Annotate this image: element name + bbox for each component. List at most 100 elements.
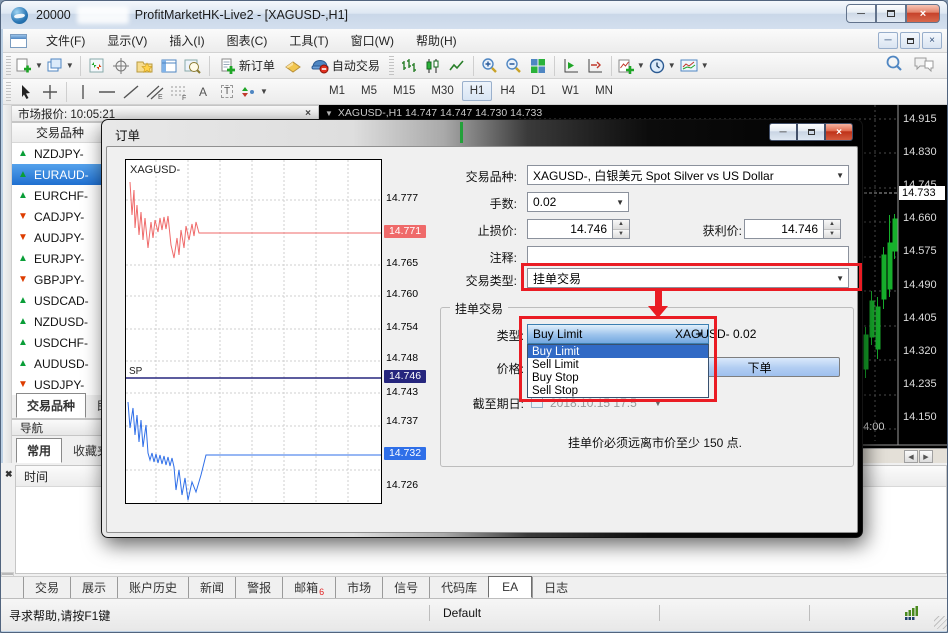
terminal-toggle-button[interactable] xyxy=(157,55,181,77)
tile-windows-icon xyxy=(530,58,546,74)
connection-status-icon xyxy=(905,606,921,620)
trendline-tool-button[interactable] xyxy=(119,81,143,103)
profile-name[interactable]: Default xyxy=(443,606,481,620)
terminal-tab[interactable]: 邮箱6 xyxy=(282,577,335,599)
timeframe-button[interactable]: M30 xyxy=(423,81,461,101)
price-direction-icon xyxy=(18,169,34,180)
terminal-tab[interactable]: 账户历史 xyxy=(117,577,188,598)
chart-dropdown-icon[interactable]: ▼ xyxy=(325,109,333,118)
terminal-close-icon[interactable]: ✖ xyxy=(5,469,13,480)
terminal-tab[interactable]: 警报 xyxy=(235,577,282,598)
crosshair-tool-button[interactable] xyxy=(38,81,62,103)
new-order-button[interactable]: 新订单 xyxy=(214,55,281,77)
menu-item[interactable]: 显示(V) xyxy=(96,29,158,52)
chart-shift-button[interactable] xyxy=(583,55,607,77)
terminal-tab[interactable]: 日志 xyxy=(532,577,579,598)
price-axis-label: 14.830 xyxy=(903,146,947,158)
stop-loss-input[interactable]: 14.746 xyxy=(527,219,613,239)
dialog-minimize-button[interactable]: ─ xyxy=(769,123,797,141)
volume-combobox[interactable]: 0.02▼ xyxy=(527,192,629,212)
menu-item[interactable]: 图表(C) xyxy=(216,29,279,52)
text-label-tool-button[interactable]: T xyxy=(215,81,239,103)
chart-minimize-button[interactable]: ─ xyxy=(878,32,898,49)
text-tool-button[interactable]: A xyxy=(191,81,215,103)
resize-grip[interactable] xyxy=(934,616,947,629)
symbol-combobox[interactable]: XAGUSD-, 白银美元 Spot Silver vs US Dollar▼ xyxy=(527,165,849,185)
crosshair-window-button[interactable] xyxy=(109,55,133,77)
timeframe-button[interactable]: H1 xyxy=(462,81,493,101)
search-icon[interactable] xyxy=(885,55,903,72)
periods-button[interactable]: ▼ xyxy=(647,55,678,77)
symbol-name: NZDUSD- xyxy=(34,315,88,329)
indicators-button[interactable]: ▼ xyxy=(616,55,647,77)
chart-close-button[interactable]: × xyxy=(922,32,942,49)
equidistant-channel-tool-button[interactable]: E xyxy=(143,81,167,103)
vertical-line-tool-button[interactable] xyxy=(71,81,95,103)
cursor-tool-button[interactable] xyxy=(14,81,38,103)
timeframe-button[interactable]: MN xyxy=(587,81,621,101)
timeframe-button[interactable]: W1 xyxy=(554,81,587,101)
market-watch-toggle-button[interactable] xyxy=(85,55,109,77)
bar-chart-type-button[interactable] xyxy=(397,55,421,77)
terminal-tab[interactable]: 展示 xyxy=(70,577,117,598)
horizontal-line-tool-button[interactable] xyxy=(95,81,119,103)
zoom-in-button[interactable] xyxy=(478,55,502,77)
market-watch-tab[interactable]: 交易品种 xyxy=(16,393,86,418)
folder-star-icon xyxy=(136,58,153,74)
take-profit-spinner[interactable]: ▲▼ xyxy=(824,219,841,239)
terminal-tab[interactable]: 信号 xyxy=(382,577,429,598)
profiles-button[interactable]: ▼ xyxy=(45,55,76,77)
chart-restore-button[interactable] xyxy=(900,32,920,49)
new-chart-button[interactable]: ▼ xyxy=(14,55,45,77)
chart-window-icon xyxy=(10,34,27,48)
toolbar-grip[interactable] xyxy=(6,82,11,102)
minimize-button[interactable]: ─ xyxy=(846,4,876,23)
fibonacci-tool-button[interactable]: F xyxy=(167,81,191,103)
menu-item[interactable]: 帮助(H) xyxy=(405,29,468,52)
zoom-out-button[interactable] xyxy=(502,55,526,77)
timeframe-button[interactable]: M5 xyxy=(353,81,385,101)
menu-item[interactable]: 文件(F) xyxy=(35,29,96,52)
price-direction-icon xyxy=(18,274,34,285)
channel-icon: E xyxy=(146,84,164,100)
candlestick-type-button[interactable] xyxy=(421,55,445,77)
strategy-tester-button[interactable] xyxy=(181,55,205,77)
scroll-left-icon[interactable]: ◀ xyxy=(904,450,918,463)
price-axis: 14.91514.83014.74514.66014.57514.49014.4… xyxy=(903,113,947,423)
order-type-label: 类型: xyxy=(404,327,524,344)
terminal-tab[interactable]: 代码库 xyxy=(429,577,488,598)
tick-chart-symbol: XAGUSD- xyxy=(130,164,180,176)
close-button[interactable]: × xyxy=(906,4,940,23)
terminal-tab[interactable]: 交易 xyxy=(23,577,70,598)
autotrading-button[interactable]: 自动交易 xyxy=(305,55,386,77)
terminal-tab[interactable]: EA xyxy=(488,576,532,598)
timeframe-button[interactable]: D1 xyxy=(523,81,554,101)
timeframe-button[interactable]: H4 xyxy=(492,81,523,101)
arrows-tool-button[interactable]: ▼ xyxy=(239,81,270,103)
terminal-tab[interactable]: 市场 xyxy=(335,577,382,598)
tile-windows-button[interactable] xyxy=(526,55,550,77)
take-profit-input[interactable]: 14.746 xyxy=(744,219,824,239)
toolbar-grip[interactable] xyxy=(389,56,394,76)
chart-horizontal-scrollbar[interactable]: ◀ ▶ xyxy=(863,448,947,464)
maximize-button[interactable] xyxy=(876,4,906,23)
menu-item[interactable]: 插入(I) xyxy=(158,29,215,52)
line-chart-type-button[interactable] xyxy=(445,55,469,77)
terminal-tab[interactable]: 新闻 xyxy=(188,577,235,598)
dialog-close-button[interactable]: × xyxy=(825,123,853,141)
menu-item[interactable]: 窗口(W) xyxy=(340,29,405,52)
auto-scroll-button[interactable] xyxy=(559,55,583,77)
navigator-toggle-button[interactable] xyxy=(133,55,157,77)
chat-icon[interactable] xyxy=(913,56,935,72)
timeframe-button[interactable]: M15 xyxy=(385,81,423,101)
timeframe-button[interactable]: M1 xyxy=(321,81,353,101)
toolbar-grip[interactable] xyxy=(6,56,11,76)
market-watch-close-icon[interactable]: × xyxy=(301,106,315,120)
menu-item[interactable]: 工具(T) xyxy=(278,29,339,52)
templates-button[interactable]: ▼ xyxy=(678,55,711,77)
navigator-tab[interactable]: 常用 xyxy=(16,438,62,463)
dialog-restore-button[interactable] xyxy=(797,123,825,141)
svg-text:E: E xyxy=(158,94,163,100)
scroll-right-icon[interactable]: ▶ xyxy=(919,450,933,463)
metaeditor-button[interactable] xyxy=(281,55,305,77)
